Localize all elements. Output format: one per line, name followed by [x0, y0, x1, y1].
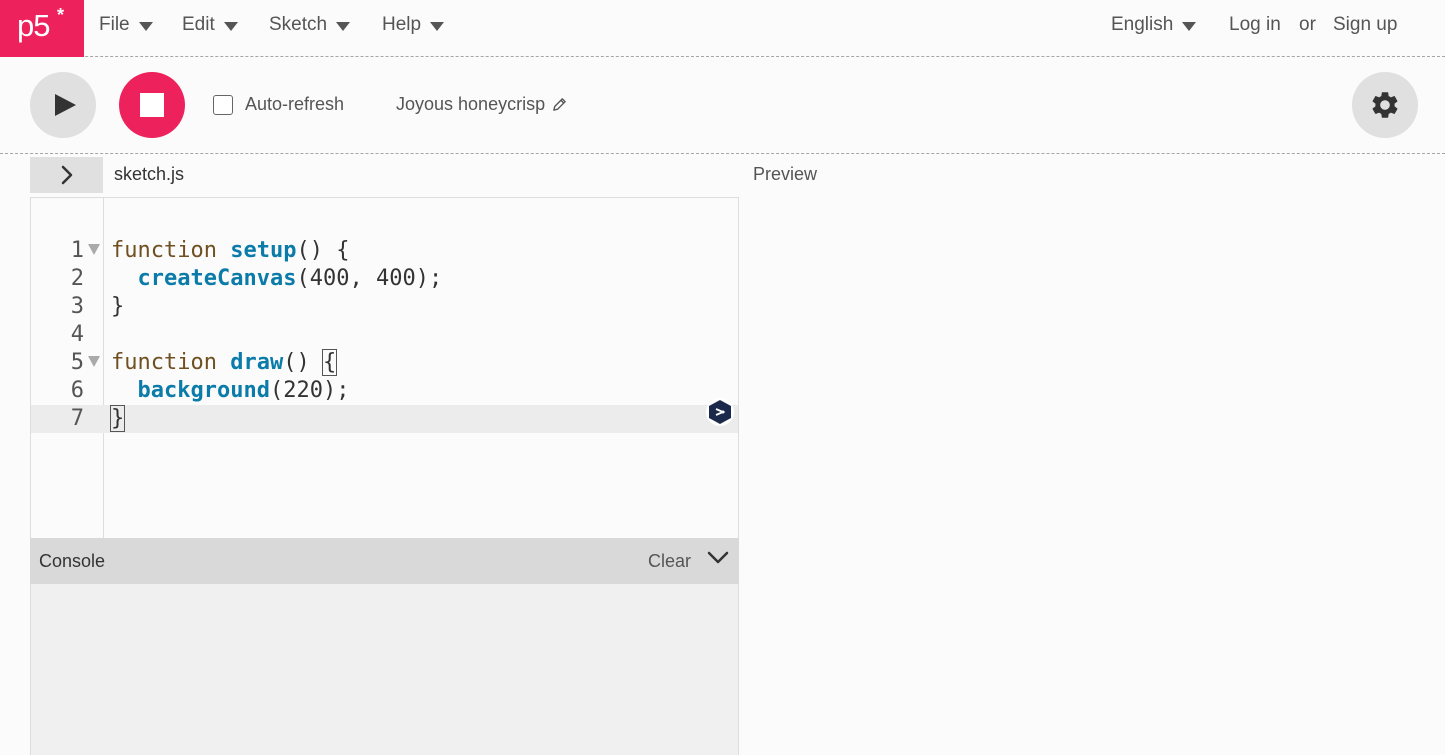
gear-icon: [1372, 92, 1398, 118]
chevron-right-icon: [61, 165, 72, 185]
file-tab-sketch-js[interactable]: sketch.js: [114, 164, 184, 185]
settings-button[interactable]: [1352, 72, 1418, 138]
sidebar-toggle-button[interactable]: [30, 157, 103, 193]
preview-label: Preview: [753, 164, 818, 184]
line-number: 3: [70, 294, 84, 319]
code-line-active[interactable]: 7 }: [31, 405, 738, 433]
fold-arrow-icon[interactable]: [88, 356, 100, 367]
sketch-name-label: Joyous honeycrisp: [396, 94, 546, 114]
or-text: or: [1299, 14, 1316, 35]
stop-icon: [140, 93, 164, 117]
code-line[interactable]: 6 background(220);: [31, 377, 738, 405]
code-text: }: [109, 405, 126, 432]
menu-file[interactable]: File: [99, 14, 153, 36]
chevron-down-icon: [223, 21, 238, 31]
menu-file-label: File: [99, 14, 130, 35]
menu-sketch-label: Sketch: [269, 14, 328, 35]
code-text: }: [111, 294, 125, 319]
tabnine-assistant-icon[interactable]: [706, 398, 734, 426]
chevron-down-icon: [430, 21, 445, 31]
chevron-down-icon: [1182, 21, 1197, 31]
code-line[interactable]: 1 function setup() {: [31, 237, 738, 265]
menu-sketch[interactable]: Sketch: [269, 14, 351, 36]
stop-button[interactable]: [119, 72, 185, 138]
login-link[interactable]: Log in: [1229, 14, 1281, 36]
language-label: English: [1111, 14, 1174, 35]
play-button[interactable]: [30, 72, 96, 138]
code-text: background(220);: [137, 378, 350, 403]
logo-text: p5: [17, 8, 50, 43]
top-nav: p5 * File Edit Sketch Help English Log i…: [0, 0, 1445, 57]
sketch-name[interactable]: Joyous honeycrisp: [396, 94, 567, 115]
pencil-icon: [553, 98, 566, 111]
fold-arrow-icon[interactable]: [88, 244, 100, 255]
code-line[interactable]: 5 function draw() {: [31, 349, 738, 377]
code-text: function draw() {: [111, 349, 338, 376]
console-output[interactable]: [30, 584, 739, 755]
language-selector[interactable]: English: [1111, 14, 1197, 36]
chevron-down-icon: [138, 21, 153, 31]
code-line[interactable]: 2 createCanvas(400, 400);: [31, 265, 738, 293]
line-number: 4: [70, 322, 84, 347]
code-editor[interactable]: 1 function setup() { 2 createCanvas(400,…: [30, 197, 739, 538]
menu-help-label: Help: [382, 14, 422, 35]
line-number: 5: [70, 350, 84, 375]
code-line[interactable]: 4: [31, 321, 738, 349]
line-number: 7: [70, 406, 84, 431]
signup-link[interactable]: Sign up: [1333, 14, 1397, 36]
menu-edit-label: Edit: [182, 14, 215, 35]
code-text: function setup() {: [111, 238, 350, 263]
menu-edit[interactable]: Edit: [182, 14, 238, 36]
console-header: Console Clear: [30, 538, 739, 584]
logo-star: *: [57, 5, 65, 25]
line-number: 6: [70, 378, 84, 403]
auto-refresh-label[interactable]: Auto-refresh: [245, 94, 344, 115]
play-icon: [55, 94, 76, 116]
console-title: Console: [39, 551, 106, 571]
toolbar: Auto-refresh Joyous honeycrisp: [0, 57, 1445, 154]
chevron-down-icon[interactable]: [707, 550, 729, 571]
auto-refresh-checkbox[interactable]: [213, 95, 233, 115]
code-text: createCanvas(400, 400);: [137, 266, 443, 291]
chevron-down-icon: [336, 21, 351, 31]
line-number: 1: [70, 238, 84, 263]
line-number: 2: [70, 266, 84, 291]
menu-help[interactable]: Help: [382, 14, 445, 36]
p5-logo[interactable]: p5 *: [0, 0, 84, 57]
code-line[interactable]: 3 }: [31, 293, 738, 321]
console-clear-button[interactable]: Clear: [648, 551, 691, 572]
